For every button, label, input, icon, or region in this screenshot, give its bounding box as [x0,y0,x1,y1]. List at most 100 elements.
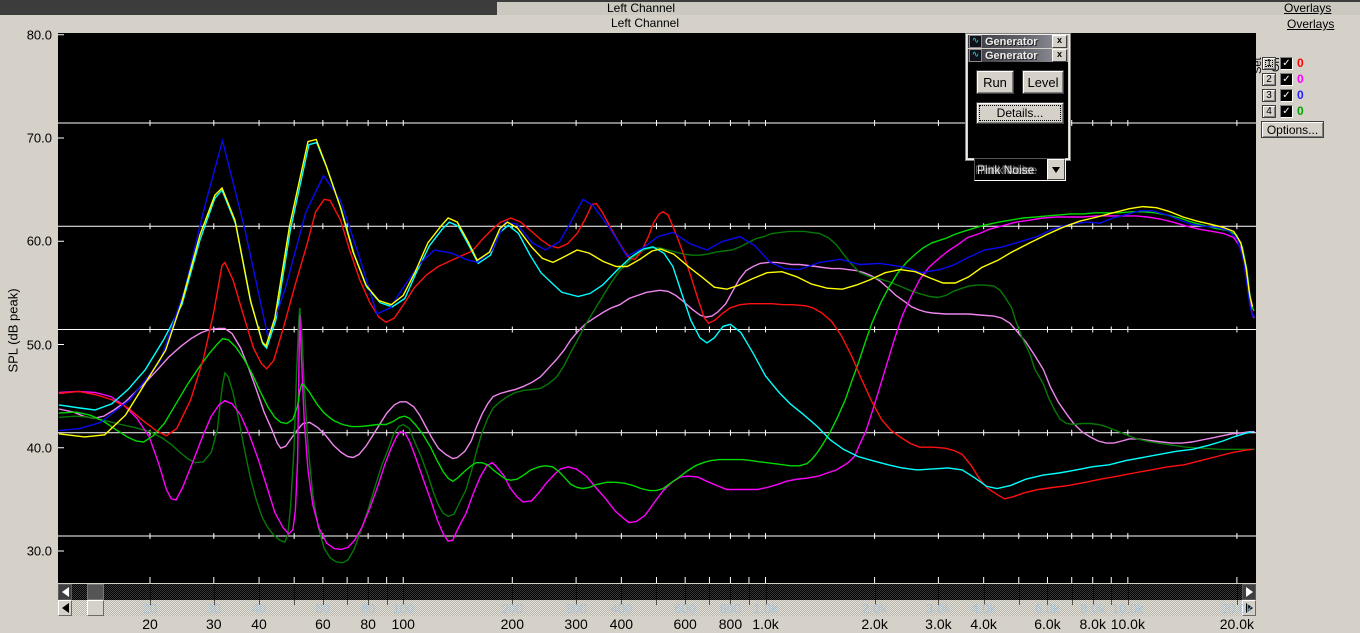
scrollbar-tick [259,584,261,600]
x-tick-label-ghost: 400 [610,601,633,616]
scrollbar-tick [938,584,940,600]
scrollbar-tick [874,584,876,600]
close-icon[interactable]: x [1052,49,1067,62]
generator-titlebar-ghost[interactable]: ∿ Generator x [968,35,1068,48]
x-tick-label-600: 600 [673,616,697,632]
overlays-panel: Set On 1 ✓ 0 2 ✓ 0 3 ✓ 0 4 ✓ 0 Options... [1252,0,1360,633]
generator-titlebar[interactable]: ∿ Generator x [968,49,1068,62]
generator-title: Generator [985,49,1038,62]
x-tick-label-ghost: 600 [674,601,697,616]
overlay-on-checkbox-4[interactable]: ✓ [1280,105,1293,118]
scrollbar-tick [621,584,623,600]
x-tick-label-ghost: 2.0k [862,601,887,616]
x-tick-label-80: 80 [360,616,376,632]
x-tick-label-ghost: 20.0k [1220,601,1253,616]
x-tick-label-ghost: 4.0k [971,601,996,616]
chevron-down-icon [1052,166,1060,173]
overlay-on-checkbox-2[interactable]: ✓ [1280,73,1293,86]
signal-type-select[interactable]: Pink Noise [974,158,1066,181]
x-tick-label-ghost: 40 [251,601,267,616]
overlay-set-button-4[interactable]: 4 [1262,105,1276,118]
scrollbar-tick [576,584,578,600]
overlay-set-button-3[interactable]: 3 [1262,89,1276,102]
scroll-left-arrow[interactable] [58,600,72,616]
overlay-count-4: 0 [1297,104,1304,118]
left-arrow-icon [61,603,69,613]
x-tick-label-20.0k: 20.0k [1219,616,1255,632]
scrollbar-tick [1071,600,1073,605]
scrollbar-tick [1071,584,1073,600]
x-tick-label-3.0k: 3.0k [925,616,952,632]
x-tick-label-30: 30 [206,616,222,632]
signal-type-value: Pink Noise [977,162,1035,177]
x-tick-label-ghost: 3.0k [926,601,951,616]
x-tick-label-ghost: 1.0k [753,601,778,616]
overlay-set-button-1[interactable]: 1 [1262,57,1276,70]
x-tick-label-ghost: 10.0k [1111,601,1144,616]
x-tick-label-800: 800 [718,616,743,632]
scrollbar-tick [656,600,658,605]
waveform-icon: ∿ [969,35,982,48]
x-tick-label-6.0k: 6.0k [1034,616,1061,632]
scrollbar-tick [1092,584,1094,600]
options-button[interactable]: Options... [1261,121,1324,138]
generator-title-ghost: Generator [985,35,1038,48]
x-tick-label-20: 20 [142,616,158,632]
scrollbar-tick [213,584,215,600]
generator-dialog: ∿ Generator x ∿ Generator x Run Level De… [965,33,1071,181]
scrollbar-tick [709,584,711,600]
plot-area [58,33,1256,583]
scrollbar-tick [1236,584,1238,600]
scrollbar-tick [1127,584,1129,600]
x-tick-label-40: 40 [251,616,267,632]
x-tick-label-300: 300 [564,616,588,632]
x-tick-label-ghost: 60 [315,601,331,616]
scrollbar-tick [294,600,296,605]
scrollbar-tick [748,584,750,600]
scrollbar-tick [347,600,349,605]
scrollbar-tick [685,584,687,600]
scrollbar-tick [1047,584,1049,600]
scrollbar-tick [512,584,514,600]
overlay-on-checkbox-1[interactable]: ✓ [1280,57,1293,70]
scrollbar-tick [1018,584,1020,600]
x-tick-label-60: 60 [315,616,331,632]
scrollbar-tick [1111,584,1113,600]
overlay-set-button-2[interactable]: 2 [1262,73,1276,86]
x-tick-label-ghost: 6.0k [1035,601,1060,616]
rta-analyzer-window: Left Channel Overlays Left Channel Overl… [0,0,1360,633]
h-scrollbar-ghost[interactable] [58,584,1256,600]
overlay-count-2: 0 [1297,72,1304,86]
left-arrow-icon [61,587,69,597]
close-icon[interactable]: x [1052,35,1067,48]
scrollbar-tick [403,584,405,600]
details-button[interactable]: Details... [976,102,1064,124]
x-tick-label-ghost: 8.0k [1080,601,1106,616]
x-tick-label-ghost: 800 [719,601,742,616]
scrollbar-tick [765,584,767,600]
scrollbar-tick [709,600,711,605]
scrollbar-tick [748,600,750,605]
overlay-count-3: 0 [1297,88,1304,102]
spl-chart [58,33,1256,583]
overlay-on-checkbox-3[interactable]: ✓ [1280,89,1293,102]
x-tick-label-ghost: 80 [360,601,376,616]
level-button[interactable]: Level [1022,70,1064,94]
scrollbar-tick [294,584,296,600]
scrollbar-tick [322,584,324,600]
x-tick-label-10.0k: 10.0k [1110,616,1145,632]
scroll-left-arrow-ghost[interactable] [58,584,72,600]
x-tick-label-ghost: 200 [501,601,524,616]
x-tick-label-ghost: 300 [565,601,587,616]
scrollbar-tick [386,600,388,605]
run-button[interactable]: Run [976,70,1014,94]
right-arrow-icon [1245,587,1253,597]
x-tick-label-8.0k: 8.0k [1079,616,1106,632]
combo-arrow-button[interactable] [1047,159,1065,180]
scroll-thumb-ghost[interactable] [87,584,104,600]
scroll-right-arrow-ghost[interactable] [1242,584,1256,600]
scroll-thumb[interactable] [87,600,104,616]
x-tick-label-ghost: 100 [392,601,415,616]
h-scrollbar[interactable] [58,600,1256,616]
x-tick-label-200: 200 [500,616,524,632]
